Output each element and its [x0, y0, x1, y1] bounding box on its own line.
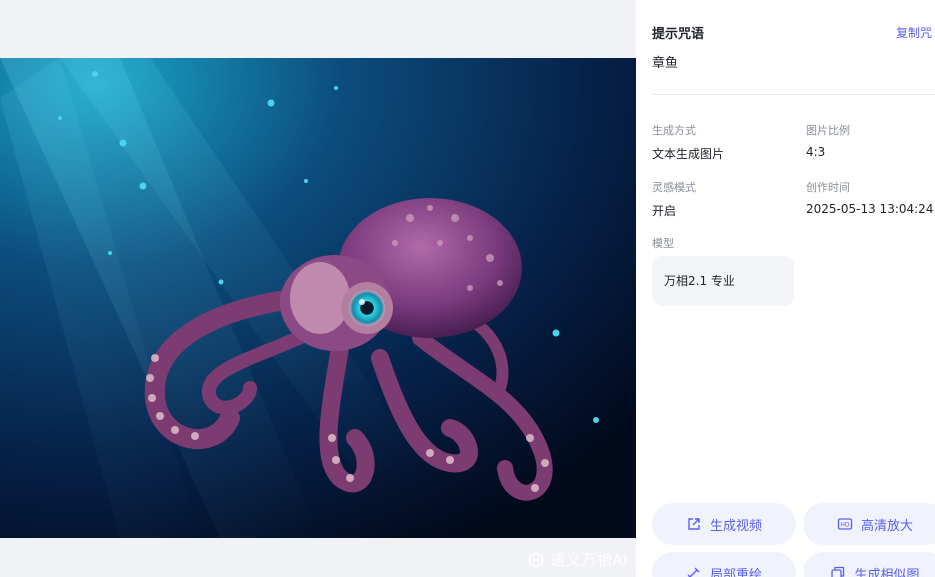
detail-panel: 提示咒语 复制咒 章鱼 生成方式 文本生成图片 图片比例 4:3 灵感模式 开启…: [636, 0, 935, 577]
action-label: 高清放大: [860, 518, 913, 534]
tongyi-logo-icon: [529, 551, 544, 568]
meta-value: 开启: [652, 204, 677, 218]
brush-icon: [687, 567, 700, 577]
meta-value: 2025-05-13 13:04:24: [806, 202, 934, 216]
watermark-text: 通义万相AI: [550, 551, 628, 569]
generate-similar-button[interactable]: 生成相似图: [803, 552, 935, 577]
prompt-header: 提示咒语 复制咒: [652, 23, 935, 42]
octopus-illustration: [0, 58, 636, 538]
action-label: 生成视频: [709, 518, 762, 534]
meta-generation-method: 生成方式 文本生成图片: [652, 122, 724, 162]
action-label: 局部重绘: [709, 567, 762, 577]
hd-icon: HD: [837, 518, 853, 530]
meta-created-time: 创作时间 2025-05-13 13:04:24: [806, 179, 933, 216]
meta-label: 灵感模式: [652, 181, 696, 194]
inpaint-button[interactable]: 局部重绘: [652, 552, 796, 577]
generated-image[interactable]: [0, 58, 636, 538]
prompt-title: 提示咒语: [652, 27, 705, 42]
action-label: 生成相似图: [854, 567, 920, 577]
image-stage: 通义万相AI: [0, 0, 636, 577]
hd-upscale-button[interactable]: HD 高清放大: [803, 503, 935, 545]
meta-aspect-ratio: 图片比例 4:3: [806, 122, 850, 159]
meta-inspiration-mode: 灵感模式 开启: [652, 179, 696, 219]
svg-text:HD: HD: [840, 522, 850, 529]
meta-value: 文本生成图片: [652, 147, 725, 161]
generate-video-button[interactable]: 生成视频: [652, 503, 796, 545]
model-chip: 万相2.1 专业: [652, 256, 794, 306]
share-video-icon: [688, 518, 700, 530]
watermark: 通义万相AI: [527, 549, 628, 570]
divider: [652, 94, 935, 95]
copy-prompt-button[interactable]: 复制咒: [896, 24, 932, 41]
meta-label: 图片比例: [806, 124, 850, 137]
meta-value: 4:3: [806, 145, 826, 159]
model-label: 模型: [652, 237, 674, 250]
meta-label: 创作时间: [806, 181, 850, 194]
meta-label: 生成方式: [652, 124, 696, 137]
copy-image-icon: [831, 566, 845, 577]
prompt-text: 章鱼: [652, 56, 679, 71]
